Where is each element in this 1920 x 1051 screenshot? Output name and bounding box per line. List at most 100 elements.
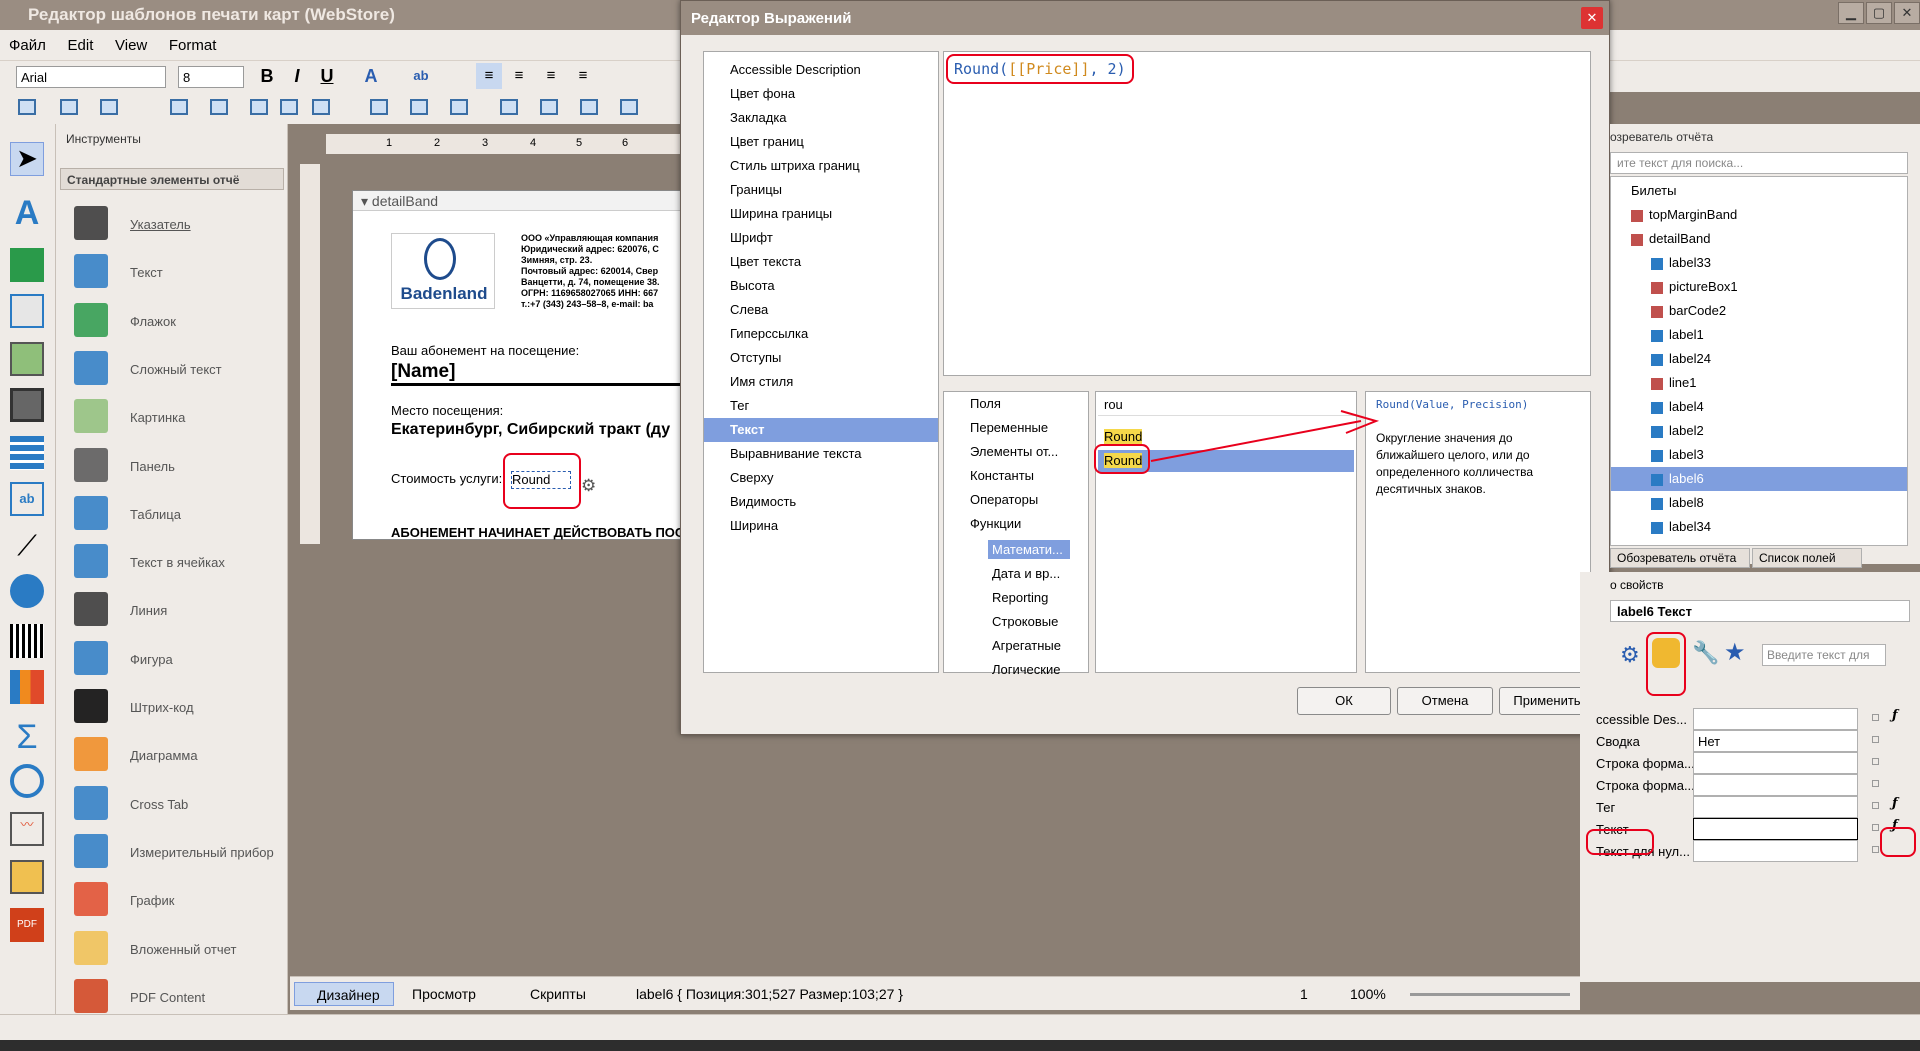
table-icon[interactable] [10, 436, 44, 470]
align-icon[interactable] [100, 99, 118, 115]
tree-item[interactable]: detailBand [1611, 227, 1907, 251]
tree-item[interactable]: bottomMarginBand [1611, 539, 1907, 545]
wrench-icon[interactable]: 🔧 [1692, 640, 1719, 666]
tree-item[interactable]: line1 [1611, 371, 1907, 395]
panel-icon[interactable] [10, 388, 44, 422]
preview-tab[interactable]: Просмотр [412, 986, 476, 1002]
tool-item[interactable]: Диаграмма [74, 737, 284, 773]
property-item[interactable]: Слева [704, 298, 938, 322]
category-item[interactable]: Операторы [970, 492, 1038, 507]
align-icon[interactable] [18, 99, 36, 115]
align-justify-icon[interactable]: ≡ [570, 63, 596, 89]
property-options-icon[interactable] [1872, 758, 1879, 765]
property-item[interactable]: Гиперссылка [704, 322, 938, 346]
subcategory-item[interactable]: Математи... [988, 540, 1070, 559]
property-item[interactable]: Шрифт [704, 226, 938, 250]
tree-item[interactable]: pictureBox1 [1611, 275, 1907, 299]
property-item[interactable]: Закладка [704, 106, 938, 130]
property-item[interactable]: Выравнивание текста [704, 442, 938, 466]
font-color-icon[interactable]: A [358, 63, 384, 89]
scripts-tab[interactable]: Скрипты [530, 986, 586, 1002]
tree-root[interactable]: Билеты [1611, 179, 1907, 203]
ok-button[interactable]: ОК [1297, 687, 1391, 715]
property-item[interactable]: Текст [704, 418, 938, 442]
object-selector[interactable]: label6 Текст [1610, 600, 1910, 622]
property-item[interactable]: Стиль штриха границ [704, 154, 938, 178]
text-icon[interactable]: A [10, 194, 44, 232]
tool-item[interactable]: Линия [74, 592, 284, 628]
tool-item[interactable]: Cross Tab [74, 785, 284, 822]
pointer-icon[interactable]: ➤ [10, 142, 44, 176]
tree-item[interactable]: label34 [1611, 515, 1907, 539]
subcategory-item[interactable]: Логические [988, 660, 1070, 679]
tree-item[interactable]: label4 [1611, 395, 1907, 419]
property-value[interactable] [1693, 708, 1858, 730]
zoom-slider[interactable] [1410, 993, 1570, 996]
italic-button[interactable]: I [284, 63, 310, 89]
table-cell-icon[interactable]: ab [10, 482, 44, 516]
align-left-icon[interactable]: ≡ [476, 63, 502, 89]
gauge-icon[interactable] [10, 764, 44, 798]
tab-report-explorer[interactable]: Обозреватель отчёта [1610, 548, 1750, 568]
property-item[interactable]: Цвет фона [704, 82, 938, 106]
property-item[interactable]: Цвет текста [704, 250, 938, 274]
property-item[interactable]: Имя стиля [704, 370, 938, 394]
detail-band-header[interactable]: ▾ detailBand [353, 191, 691, 211]
cancel-button[interactable]: Отмена [1397, 687, 1493, 715]
category-item[interactable]: Функции [970, 516, 1021, 531]
place-value[interactable]: Екатеринбург, Сибирский тракт (ду [391, 421, 691, 439]
pdf-icon[interactable]: PDF [10, 908, 44, 942]
property-item[interactable]: Цвет границ [704, 130, 938, 154]
size-icon[interactable] [312, 99, 330, 115]
tool-item[interactable]: Картинка [74, 399, 284, 435]
align-icon[interactable] [210, 99, 228, 115]
tool-item[interactable]: Указатель [74, 206, 284, 242]
subcategory-item[interactable]: Reporting [988, 588, 1070, 607]
name-field[interactable]: [Name] [391, 361, 691, 386]
size-icon[interactable] [280, 99, 298, 115]
chart-icon[interactable] [10, 670, 44, 704]
subcategory-item[interactable]: Агрегатные [988, 636, 1070, 655]
menu-file[interactable]: Файл [0, 30, 55, 61]
property-item[interactable]: Границы [704, 178, 938, 202]
property-item[interactable]: Accessible Description [704, 58, 938, 82]
property-options-icon[interactable] [1872, 846, 1879, 853]
spacing-icon[interactable] [580, 99, 598, 115]
tree-item[interactable]: barCode2 [1611, 299, 1907, 323]
expression-icon[interactable]: ƒ [1892, 708, 1898, 723]
property-value[interactable] [1693, 796, 1858, 818]
tool-item[interactable]: Таблица [74, 495, 284, 532]
property-item[interactable]: Отступы [704, 346, 938, 370]
star-icon[interactable]: ★ [1724, 638, 1746, 667]
subscription-label[interactable]: Ваш абонемент на посещение: [391, 343, 579, 358]
tab-field-list[interactable]: Список полей [1752, 548, 1862, 568]
subreport-icon[interactable] [10, 860, 44, 894]
align-icon[interactable] [250, 99, 268, 115]
align-right-icon[interactable]: ≡ [538, 63, 564, 89]
background-color-icon[interactable]: ab [408, 63, 434, 89]
properties-search-input[interactable]: Введите текст для [1762, 644, 1886, 666]
gear-icon[interactable]: ⚙ [581, 476, 596, 496]
property-value[interactable]: Нет [1693, 730, 1858, 752]
line-icon[interactable]: ⟋ [10, 530, 44, 564]
spacing-icon[interactable] [410, 99, 428, 115]
menu-format[interactable]: Format [160, 30, 226, 61]
error-count[interactable]: 1 [1300, 986, 1308, 1002]
tool-item[interactable]: График [74, 882, 284, 918]
category-item[interactable]: Поля [970, 396, 1001, 411]
spacing-icon[interactable] [540, 99, 558, 115]
spacing-icon[interactable] [500, 99, 518, 115]
property-options-icon[interactable] [1872, 714, 1879, 721]
rich-text-icon[interactable] [10, 294, 44, 328]
tool-item[interactable]: Фигура [74, 640, 284, 677]
design-tab[interactable]: Дизайнер [294, 982, 394, 1006]
align-icon[interactable] [170, 99, 188, 115]
tool-item[interactable]: Флажок [74, 302, 284, 339]
cost-label[interactable]: Стоимость услуги: [391, 471, 502, 486]
property-item[interactable]: Тег [704, 394, 938, 418]
property-options-icon[interactable] [1872, 824, 1879, 831]
property-value[interactable] [1693, 818, 1858, 840]
tree-item[interactable]: label33 [1611, 251, 1907, 275]
tree-item[interactable]: topMarginBand [1611, 203, 1907, 227]
settings-icon[interactable]: ⚙ [1620, 642, 1640, 668]
